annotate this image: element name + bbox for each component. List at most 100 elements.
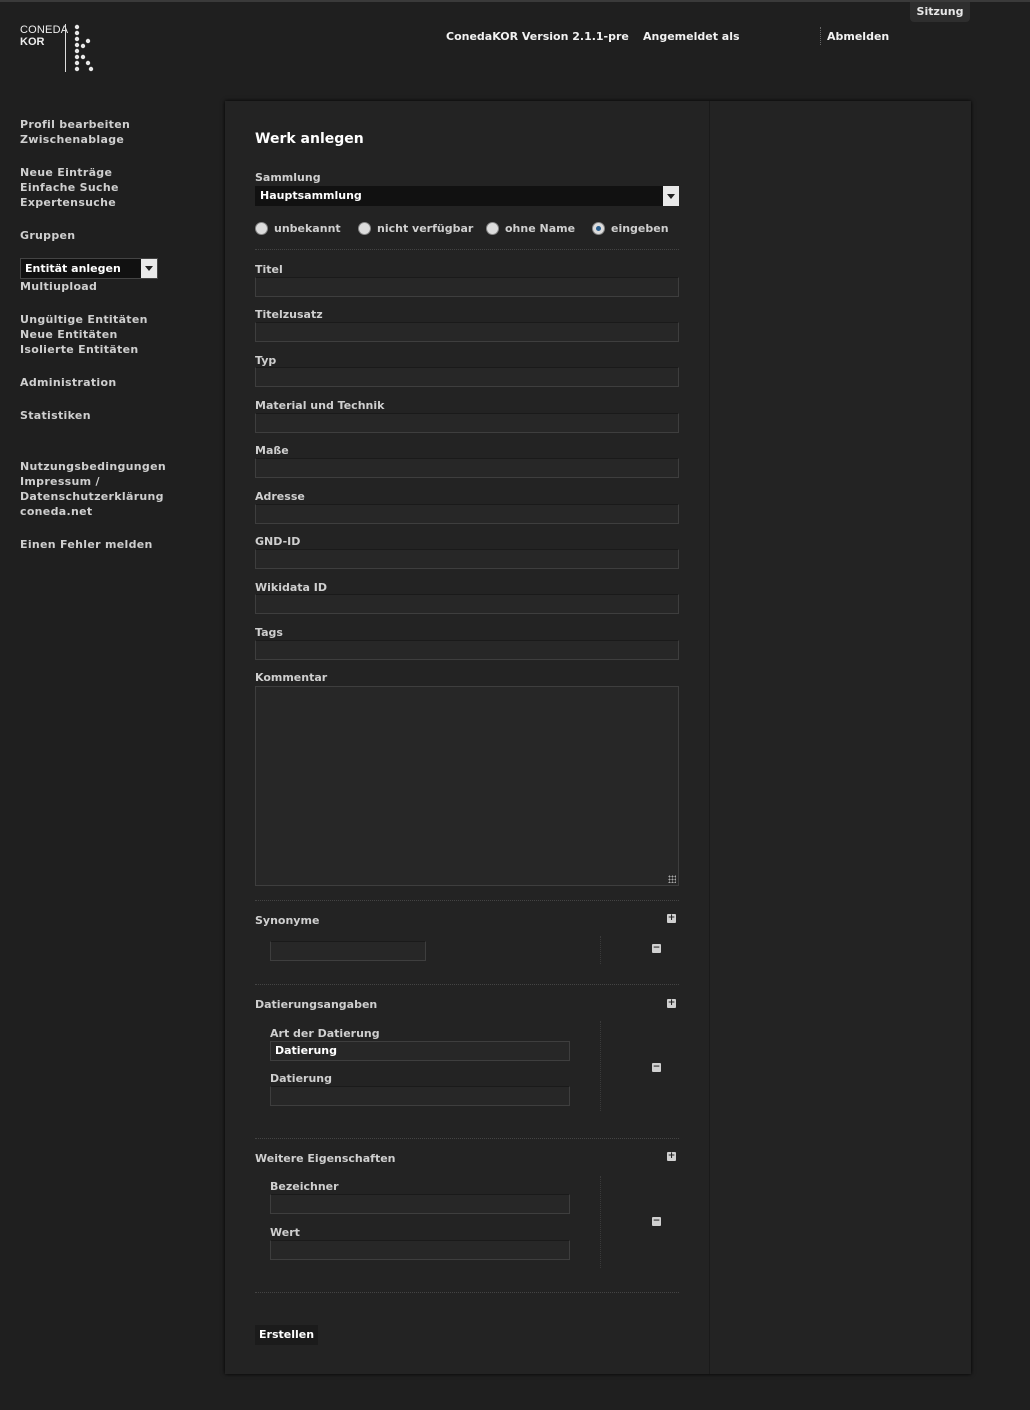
sidebar-item-new-entities[interactable]: Neue Entitäten xyxy=(20,327,200,342)
typ-label: Typ xyxy=(255,354,277,367)
sidebar-item-statistics[interactable]: Statistiken xyxy=(20,408,200,423)
coneda-kor-logo[interactable]: CONEDA KOR xyxy=(20,24,100,74)
row-separator xyxy=(600,936,601,964)
name-radio-group: unbekannt nicht verfügbar ohne Name eing… xyxy=(255,222,679,238)
chevron-down-icon xyxy=(663,186,679,206)
sidebar-item-privacy[interactable]: Datenschutzerklärung xyxy=(20,489,200,504)
radio-unknown[interactable]: unbekannt xyxy=(255,222,341,235)
logo-divider xyxy=(65,24,66,72)
material-field[interactable] xyxy=(255,413,679,433)
sidebar-item-coneda[interactable]: coneda.net xyxy=(20,504,200,519)
divider xyxy=(255,1138,679,1139)
titel-field[interactable] xyxy=(255,277,679,297)
add-synonym-plus-icon[interactable]: + xyxy=(667,914,676,923)
sidebar-item-invalid-entities[interactable]: Ungültige Entitäten xyxy=(20,312,200,327)
radio-button-selected[interactable] xyxy=(592,222,605,235)
create-button[interactable]: Erstellen xyxy=(255,1325,319,1345)
material-label: Material und Technik xyxy=(255,399,385,412)
sidebar-item-new-entries[interactable]: Neue Einträge xyxy=(20,165,200,180)
page-title: Werk anlegen xyxy=(255,131,364,147)
dating-label: Datierungsangaben xyxy=(255,998,378,1011)
top-border xyxy=(0,0,1030,2)
sidebar-item-imprint[interactable]: Impressum / xyxy=(20,474,200,489)
sidebar-item-multiupload[interactable]: Multiupload xyxy=(20,279,200,294)
titelzusatz-label: Titelzusatz xyxy=(255,308,323,321)
chevron-down-icon xyxy=(141,259,157,278)
titelzusatz-field[interactable] xyxy=(255,322,679,342)
radio-without-name[interactable]: ohne Name xyxy=(486,222,575,235)
header-separator xyxy=(820,27,822,45)
panel-divider xyxy=(709,101,710,1374)
sidebar-item-profile[interactable]: Profil bearbeiten xyxy=(20,117,200,132)
dating-kind-value: Datierung xyxy=(275,1044,338,1057)
properties-label: Weitere Eigenschaften xyxy=(255,1152,396,1165)
k-dots-icon xyxy=(74,24,94,72)
dating-value-label: Datierung xyxy=(270,1072,333,1085)
main-panel: Werk anlegen Sammlung Hauptsammlung unbe… xyxy=(225,101,971,1374)
resize-handle-icon[interactable] xyxy=(668,875,676,883)
sidebar-item-groups[interactable]: Gruppen xyxy=(20,228,200,243)
sidebar-item-terms[interactable]: Nutzungsbedingungen xyxy=(20,459,200,474)
create-entity-select[interactable]: Entität anlegen xyxy=(20,258,158,279)
radio-button[interactable] xyxy=(255,222,268,235)
kommentar-textarea[interactable] xyxy=(255,686,679,886)
tags-label: Tags xyxy=(255,626,283,639)
property-value-label: Wert xyxy=(270,1226,300,1239)
collection-label: Sammlung xyxy=(255,171,321,184)
remove-dating-minus-icon[interactable]: − xyxy=(652,1063,661,1072)
radio-not-available[interactable]: nicht verfügbar xyxy=(358,222,473,235)
logged-in-as-text: Angemeldet als xyxy=(643,30,740,43)
wikidata-label: Wikidata ID xyxy=(255,581,328,594)
property-key-field[interactable] xyxy=(270,1194,570,1214)
radio-label: unbekannt xyxy=(274,222,341,235)
add-dating-plus-icon[interactable]: + xyxy=(667,999,676,1008)
sidebar-item-expert-search[interactable]: Expertensuche xyxy=(20,195,200,210)
typ-field[interactable] xyxy=(255,367,679,387)
masse-label: Maße xyxy=(255,444,289,457)
logout-link[interactable]: Abmelden xyxy=(827,30,889,43)
logo-text-kor: KOR xyxy=(20,36,45,48)
sidebar-item-report-bug[interactable]: Einen Fehler melden xyxy=(20,537,200,552)
add-property-plus-icon[interactable]: + xyxy=(667,1152,676,1161)
collection-select[interactable]: Hauptsammlung xyxy=(255,186,679,206)
divider xyxy=(255,984,679,985)
divider xyxy=(255,249,679,250)
tags-field[interactable] xyxy=(255,640,679,660)
radio-label: eingeben xyxy=(611,222,669,235)
gnd-id-label: GND-ID xyxy=(255,535,301,548)
version-text: ConedaKOR Version 2.1.1-pre xyxy=(446,30,629,43)
synonyms-label: Synonyme xyxy=(255,914,320,927)
dating-kind-label: Art der Datierung xyxy=(270,1027,380,1040)
sidebar-nav: Profil bearbeiten Zwischenablage Neue Ei… xyxy=(20,117,200,570)
wikidata-field[interactable] xyxy=(255,594,679,614)
sidebar-item-isolated-entities[interactable]: Isolierte Entitäten xyxy=(20,342,200,357)
sidebar-item-clipboard[interactable]: Zwischenablage xyxy=(20,132,200,147)
sidebar-item-administration[interactable]: Administration xyxy=(20,375,200,390)
sidebar-item-simple-search[interactable]: Einfache Suche xyxy=(20,180,200,195)
divider xyxy=(255,1292,679,1293)
dating-kind-field[interactable]: Datierung xyxy=(270,1041,570,1061)
radio-enter[interactable]: eingeben xyxy=(592,222,669,235)
titel-label: Titel xyxy=(255,263,283,276)
gnd-id-field[interactable] xyxy=(255,549,679,569)
logo-text-coneda: CONEDA xyxy=(20,24,69,36)
dating-value-field[interactable] xyxy=(270,1086,570,1106)
radio-label: nicht verfügbar xyxy=(377,222,474,235)
divider xyxy=(255,900,679,901)
create-entity-select-value: Entität anlegen xyxy=(25,262,121,275)
property-key-label: Bezeichner xyxy=(270,1180,339,1193)
row-separator xyxy=(600,1021,601,1111)
property-value-field[interactable] xyxy=(270,1240,570,1260)
radio-label: ohne Name xyxy=(505,222,576,235)
session-tab[interactable]: Sitzung xyxy=(910,2,970,22)
masse-field[interactable] xyxy=(255,458,679,478)
adresse-field[interactable] xyxy=(255,504,679,524)
remove-property-minus-icon[interactable]: − xyxy=(652,1217,661,1226)
synonym-field[interactable] xyxy=(270,941,426,961)
radio-button[interactable] xyxy=(486,222,499,235)
remove-synonym-minus-icon[interactable]: − xyxy=(652,944,661,953)
row-separator xyxy=(600,1176,601,1268)
collection-select-value: Hauptsammlung xyxy=(260,189,362,202)
radio-button[interactable] xyxy=(358,222,371,235)
kommentar-label: Kommentar xyxy=(255,671,328,684)
